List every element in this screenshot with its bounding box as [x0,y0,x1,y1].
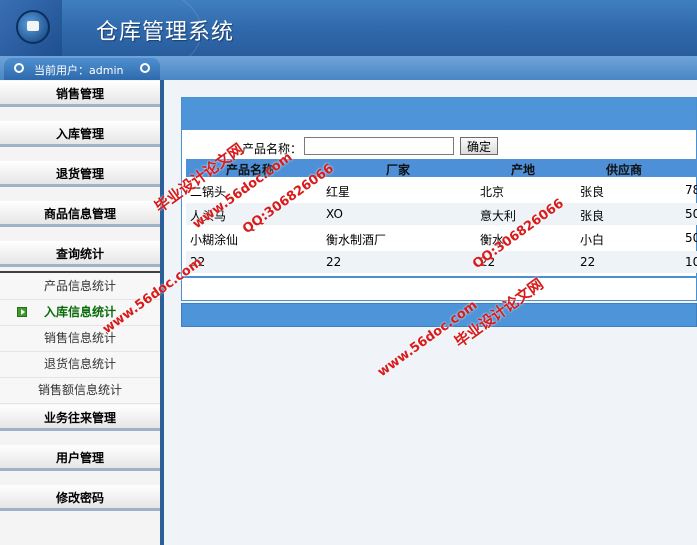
menu-item-business[interactable]: 业务往来管理 [0,405,160,431]
column-header-origin: 产地 [511,163,536,177]
cell-supplier: 小白 [580,233,605,247]
table-row: 小糊涂仙 衡水制酒厂 衡水 小白 50 [186,227,697,249]
cell-supplier: 22 [580,255,596,269]
sub-item-product-stats[interactable]: 产品信息统计 [0,273,160,300]
cell-manufacturer: 衡水制酒厂 [326,233,387,247]
product-name-label: 产品名称： [242,142,303,156]
sub-item-sales-stats[interactable]: 销售信息统计 [0,325,160,352]
menu-item-product-info[interactable]: 商品信息管理 [0,201,160,227]
arrow-right-icon [17,307,27,317]
menu-item-sales[interactable]: 销售管理 [0,81,160,107]
query-stats-submenu: 产品信息统计 入库信息统计 销售信息统计 退货信息统计 销售额信息统计 [0,271,160,405]
menu-item-users[interactable]: 用户管理 [0,445,160,471]
user-icon [14,63,24,73]
table-row: 22 22 22 22 10 [186,251,697,273]
column-header-manufacturer: 厂家 [386,163,411,177]
cell-product: 小糊涂仙 [190,233,239,247]
app-header: 仓库管理系统 [0,0,697,56]
query-panel: 产品名称： 确定 产品名称 厂家 产地 供应商 二锅头 红星 北京 张良 78 … [181,97,697,301]
sub-item-sales-amount-stats[interactable]: 销售额信息统计 [0,377,160,404]
sub-item-label: 入库信息统计 [43,305,116,319]
current-user-label: 当前用户：admin [34,64,124,77]
cell-quantity: 50 [685,207,697,221]
sub-item-return-stats[interactable]: 退货信息统计 [0,351,160,378]
cell-origin: 北京 [480,185,505,199]
cell-manufacturer: 红星 [326,185,351,199]
user-icon [140,63,150,73]
menu-item-returns[interactable]: 退货管理 [0,161,160,187]
cell-supplier: 张良 [580,185,605,199]
current-user-tab: 当前用户：admin [4,58,160,80]
user-bar: 当前用户：admin [0,56,697,80]
panel-divider [182,276,696,278]
cell-manufacturer: 22 [326,255,342,269]
cell-quantity: 78 [685,183,697,197]
menu-item-stock-in[interactable]: 入库管理 [0,121,160,147]
column-header-supplier: 供应商 [606,163,643,177]
cell-origin: 意大利 [480,209,517,223]
cell-quantity: 10 [685,255,697,269]
cell-manufacturer: XO [326,207,343,221]
product-name-input[interactable] [304,137,454,155]
logo [0,0,62,56]
menu-item-query-stats[interactable]: 查询统计 [0,241,160,267]
cell-quantity: 50 [685,231,697,245]
menu-item-change-password[interactable]: 修改密码 [0,485,160,511]
cell-supplier: 张良 [580,209,605,223]
confirm-button[interactable]: 确定 [460,137,498,155]
logo-icon [16,10,50,44]
panel-header [182,98,696,130]
app-title: 仓库管理系统 [96,20,235,45]
